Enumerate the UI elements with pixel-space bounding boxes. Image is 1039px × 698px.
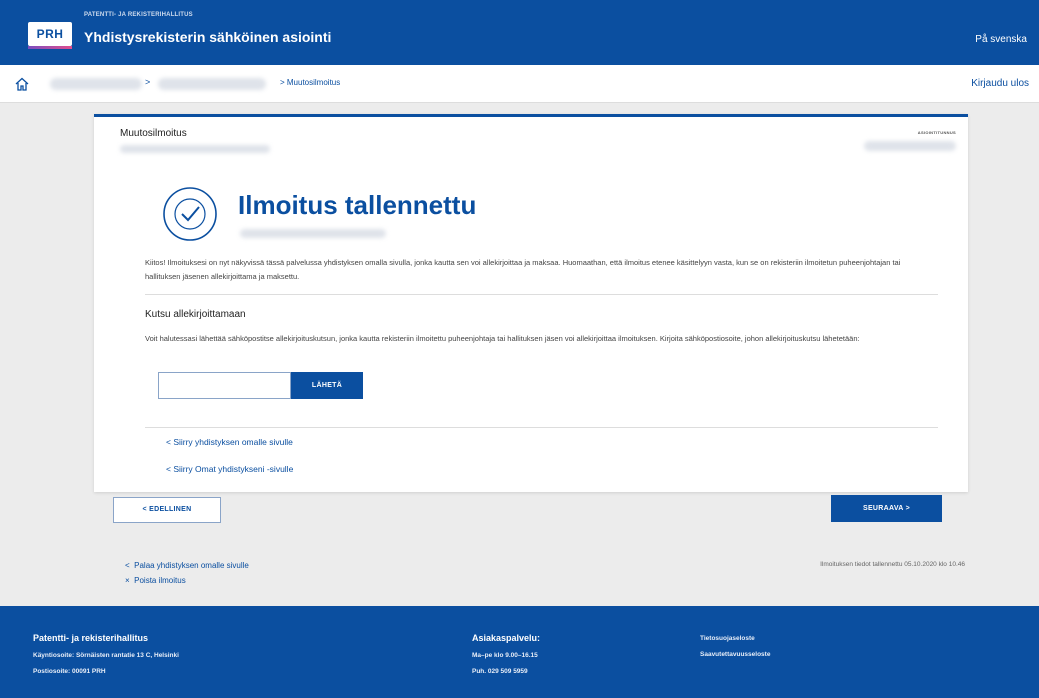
home-icon[interactable] [14, 76, 30, 92]
site-header: PRH PATENTTI- JA REKISTERIHALLITUS Yhdis… [0, 0, 1039, 65]
invite-description: Voit halutessasi lähettää sähköpostitse … [145, 334, 860, 343]
previous-button[interactable]: < EDELLINEN [113, 497, 221, 523]
breadcrumb-current: > Muutosilmoitus [280, 78, 341, 87]
main-card: Muutosilmoitus ASIOINTITUNNUS Ilmoitus t… [94, 114, 968, 492]
redacted-reference-number [864, 141, 956, 151]
association-page-link[interactable]: < Siirry yhdistyksen omalle sivulle [166, 437, 293, 447]
logo-stripe [28, 46, 72, 49]
next-button[interactable]: SEURAAVA > [831, 495, 942, 522]
return-link-label: Palaa yhdistyksen omalle sivulle [134, 561, 249, 570]
redacted-subtitle [240, 229, 386, 238]
divider [145, 294, 938, 295]
send-button[interactable]: LÄHETÄ [291, 372, 363, 399]
delete-notification-link[interactable]: × Poista ilmoitus [125, 576, 186, 585]
saved-timestamp: Ilmoituksen tiedot tallennettu 05.10.202… [820, 561, 965, 568]
breadcrumb-item-redacted[interactable] [50, 78, 142, 90]
footer-service-title: Asiakaspalvelu: [472, 633, 541, 643]
invite-heading: Kutsu allekirjoittamaan [145, 309, 246, 320]
chevron-left-icon: < [125, 561, 130, 570]
org-name-small: PATENTTI- JA REKISTERIHALLITUS [84, 12, 193, 18]
footer-org-name: Patentti- ja rekisterihallitus [33, 633, 149, 643]
logout-link[interactable]: Kirjaudu ulos [971, 78, 1029, 89]
confirmation-text: Kiitos! Ilmoituksesi on nyt näkyvissä tä… [145, 258, 901, 281]
breadcrumb: > > Muutosilmoitus Kirjaudu ulos [0, 65, 1039, 103]
site-footer: Patentti- ja rekisterihallitus Käyntioso… [0, 606, 1039, 698]
app-title: Yhdistysrekisterin sähköinen asiointi [84, 29, 332, 45]
email-field[interactable] [158, 372, 291, 399]
card-title: Muutosilmoitus [120, 128, 187, 139]
close-icon: × [125, 576, 130, 585]
footer-privacy-link[interactable]: Tietosuojaseloste [700, 635, 755, 642]
divider [145, 427, 938, 428]
page-title: Ilmoitus tallennettu [238, 190, 477, 220]
breadcrumb-separator: > [145, 77, 151, 87]
return-to-association-link[interactable]: < Palaa yhdistyksen omalle sivulle [125, 561, 249, 570]
my-associations-link[interactable]: < Siirry Omat yhdistykseni -sivulle [166, 464, 293, 474]
language-link[interactable]: På svenska [975, 34, 1027, 45]
redacted-association-name [120, 145, 270, 153]
footer-visit-address: Käyntiosoite: Sörnäisten rantatie 13 C, … [33, 652, 179, 659]
check-circle-icon [163, 187, 217, 241]
footer-service-phone: Puh. 029 509 5959 [472, 668, 528, 675]
reference-label: ASIOINTITUNNUS [917, 130, 956, 135]
prh-logo[interactable]: PRH [28, 22, 72, 46]
footer-service-hours: Ma–pe klo 9.00–16.15 [472, 652, 538, 659]
breadcrumb-item-redacted[interactable] [158, 78, 266, 90]
delete-link-label: Poista ilmoitus [134, 576, 186, 585]
footer-accessibility-link[interactable]: Saavutettavuusseloste [700, 651, 770, 658]
footer-postal-address: Postiosoite: 00091 PRH [33, 668, 106, 675]
